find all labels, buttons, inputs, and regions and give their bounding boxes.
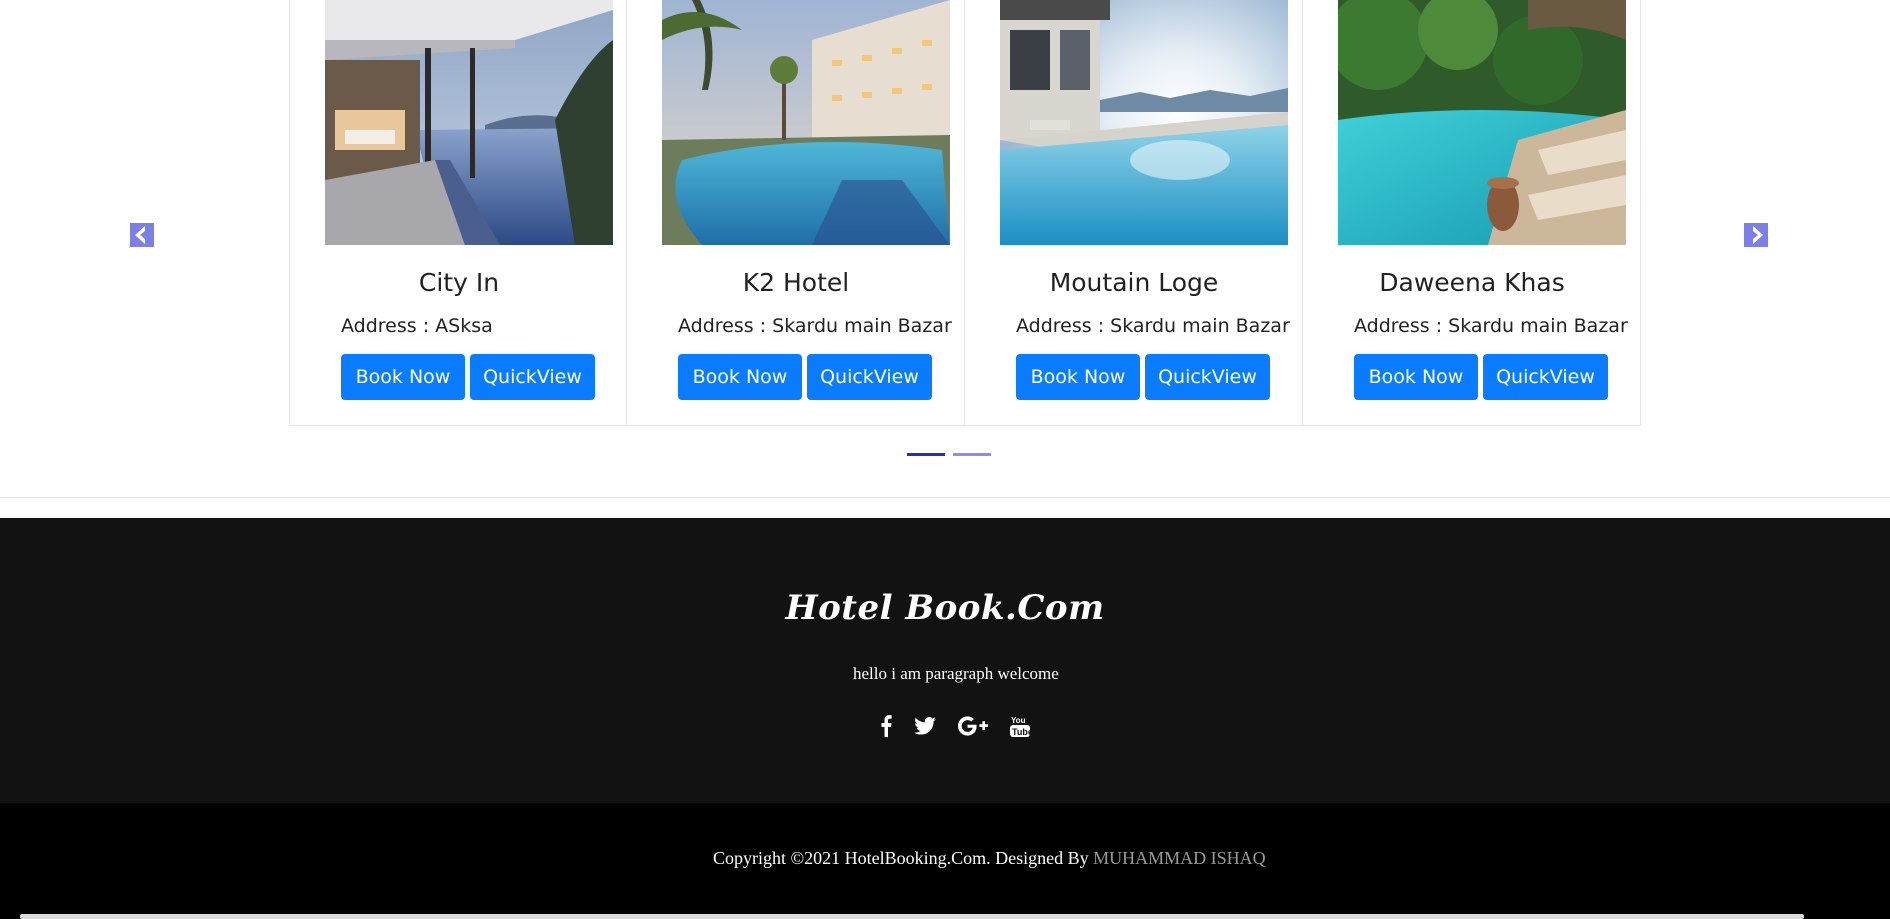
footer: Hotel Book.Com hello i am paragraph welc… <box>0 518 1890 803</box>
page: City In Address : ASksa Book Now QuickVi… <box>0 0 1890 919</box>
designer-link[interactable]: MUHAMMAD ISHAQ <box>1093 848 1266 868</box>
copyright-bar: Copyright ©2021 HotelBooking.Com. Design… <box>0 803 1890 919</box>
chevron-right-icon <box>1753 226 1763 244</box>
hotel-address: Address : ASksa <box>341 315 493 337</box>
footer-tagline: hello i am paragraph welcome <box>853 664 1059 683</box>
social-links: You Tube <box>880 714 1030 738</box>
hotel-card: City In Address : ASksa Book Now QuickVi… <box>289 0 627 426</box>
hotel-address: Address : Skardu main Bazar <box>1354 315 1628 337</box>
google-plus-icon[interactable] <box>958 716 988 736</box>
hotel-name: Daweena Khas <box>1379 268 1565 297</box>
sunset-pool-photo <box>1000 0 1288 245</box>
carousel-indicator-2[interactable] <box>953 453 991 456</box>
svg-text:Tube: Tube <box>1012 727 1030 737</box>
facebook-icon[interactable] <box>880 715 892 737</box>
hotel-address: Address : Skardu main Bazar <box>678 315 952 337</box>
twitter-icon[interactable] <box>914 717 936 735</box>
book-now-button[interactable]: Book Now <box>341 354 465 400</box>
resort-pool-photo <box>662 0 950 245</box>
hotel-name: K2 Hotel <box>742 268 850 297</box>
book-now-button[interactable]: Book Now <box>678 354 802 400</box>
hotel-card: Moutain Loge Address : Skardu main Bazar… <box>965 0 1303 426</box>
quickview-button[interactable]: QuickView <box>807 354 932 400</box>
hotel-name: Moutain Loge <box>1049 268 1219 297</box>
quickview-button[interactable]: QuickView <box>1145 354 1270 400</box>
carousel-indicators <box>907 453 991 456</box>
svg-text:You: You <box>1011 716 1026 725</box>
hotel-card: K2 Hotel Address : Skardu main Bazar Boo… <box>627 0 965 426</box>
book-now-button[interactable]: Book Now <box>1354 354 1478 400</box>
horizontal-scrollbar[interactable] <box>20 914 1804 919</box>
hotel-address: Address : Skardu main Bazar <box>1016 315 1290 337</box>
carousel-indicator-1[interactable] <box>907 453 945 456</box>
hotel-carousel: City In Address : ASksa Book Now QuickVi… <box>0 0 1890 498</box>
youtube-icon[interactable]: You Tube <box>1010 714 1030 738</box>
carousel-track: City In Address : ASksa Book Now QuickVi… <box>289 0 1643 426</box>
hotel-card: Daweena Khas Address : Skardu main Bazar… <box>1303 0 1641 426</box>
carousel-prev-button[interactable] <box>130 223 154 247</box>
hotel-name: City In <box>418 268 500 297</box>
carousel-next-button[interactable] <box>1744 223 1768 247</box>
footer-brand-logo: Hotel Book.Com <box>785 588 1105 628</box>
book-now-button[interactable]: Book Now <box>1016 354 1140 400</box>
chevron-left-icon <box>135 226 145 244</box>
villa-infinity-pool-photo <box>325 0 613 245</box>
quickview-button[interactable]: QuickView <box>1483 354 1608 400</box>
copyright-label: Copyright ©2021 HotelBooking.Com. Design… <box>713 848 1094 868</box>
copyright-text: Copyright ©2021 HotelBooking.Com. Design… <box>713 848 1266 869</box>
quickview-button[interactable]: QuickView <box>470 354 595 400</box>
tropical-pool-photo <box>1338 0 1626 245</box>
